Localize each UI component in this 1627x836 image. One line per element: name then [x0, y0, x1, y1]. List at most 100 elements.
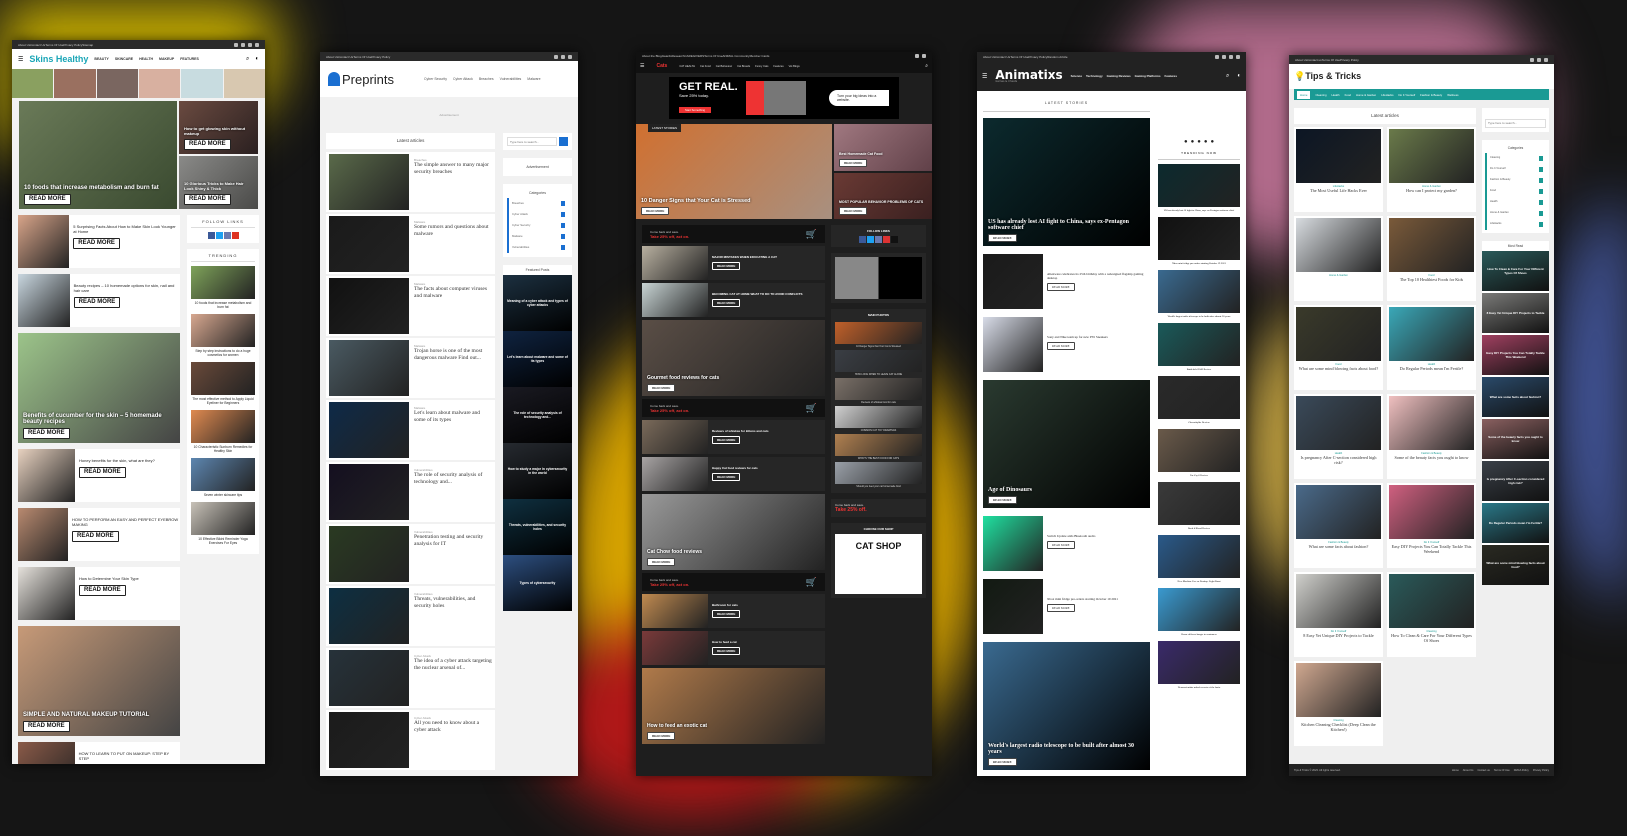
nav-link[interactable]: Member Cards — [750, 54, 770, 58]
trending-image[interactable] — [1158, 164, 1240, 207]
nav-link[interactable]: About Us — [326, 55, 338, 59]
read-more-button[interactable]: READ MORE — [72, 531, 119, 542]
most-read-item[interactable]: Some of the beauty facts you ought to kn… — [1482, 419, 1549, 459]
article-title[interactable]: Is pregnancy After C-section considered … — [1296, 455, 1381, 465]
nav-link[interactable]: CAT HEALTH — [679, 65, 695, 68]
article-title[interactable]: How can I protect my garden? — [1389, 188, 1474, 193]
read-more-button[interactable]: READ MORE — [647, 558, 676, 566]
photo-title[interactable]: Should you feed your cat homemade food — [835, 485, 922, 488]
promo-ad-strip[interactable]: Come back and save. Take 25% off, act on.… — [642, 225, 825, 243]
article-title[interactable]: How to feed a cat — [712, 640, 740, 644]
article-image[interactable] — [1296, 574, 1381, 628]
photo-title[interactable]: COMMON CAT TOY DRAWINGS — [835, 429, 922, 432]
nav-link[interactable]: Contact Us — [995, 55, 1010, 59]
pinterest-icon[interactable] — [883, 236, 890, 243]
photo-thumbnail[interactable] — [835, 378, 922, 400]
article-image[interactable] — [1389, 574, 1474, 628]
nav-link[interactable]: FEATURES — [180, 57, 199, 61]
article-image[interactable] — [983, 579, 1043, 634]
category-item[interactable]: Vulnerabilities — [507, 242, 568, 253]
read-more-button[interactable]: READ MORE — [1047, 283, 1075, 291]
article-title[interactable]: BECOMING CAT AT HOME WHAT TO DO TO AVOID… — [712, 292, 802, 296]
article-card[interactable]: Health Do Regular Periods mean I'm Fertil… — [1387, 305, 1476, 390]
facebook-icon[interactable] — [207, 232, 215, 239]
article-card-featured[interactable]: How to feed an exotic cat READ MORE — [642, 668, 825, 744]
article-image[interactable] — [1296, 218, 1381, 272]
article-image[interactable] — [18, 215, 70, 268]
nav-link[interactable]: Do It Yourself — [1398, 93, 1415, 97]
article-image[interactable] — [983, 516, 1043, 571]
article-card-featured[interactable]: Gourmet food reviews for cats READ MORE — [642, 320, 825, 396]
most-read-item[interactable]: What are some mind blowing facts about f… — [1482, 545, 1549, 585]
nav-link[interactable]: DMCA Policy — [1514, 769, 1529, 772]
featured-post[interactable]: Let's learn about malware and some of it… — [503, 331, 572, 387]
promo-ad-strip[interactable]: Come back and save. Take 25% off, act on.… — [642, 573, 825, 591]
article-title[interactable]: Kitchen Cleaning Checklist (Deep Clean t… — [1296, 722, 1381, 732]
nav-link[interactable]: Contact Us — [338, 55, 353, 59]
nav-link[interactable]: Science — [1071, 74, 1082, 78]
category-item[interactable]: Malware — [507, 231, 568, 242]
photo-thumbnail[interactable] — [835, 434, 922, 456]
search-icon[interactable]: ⌕ — [925, 63, 928, 69]
read-more-button[interactable]: READ MORE — [988, 496, 1017, 504]
read-more-button[interactable]: READ MORE — [712, 262, 741, 270]
nav-link[interactable]: Privacy Policy — [64, 43, 83, 47]
read-more-button[interactable]: READ MORE — [1047, 541, 1075, 549]
article-card-featured[interactable]: Age of Dinosaurs READ MORE — [983, 380, 1150, 508]
article-image[interactable] — [18, 449, 75, 502]
most-read-item[interactable]: Easy DIY Projects You Can Totally Tackle… — [1482, 335, 1549, 375]
nav-link[interactable]: Research — [672, 54, 685, 58]
article-title[interactable]: Honey benefits for the skin, what are th… — [79, 458, 155, 463]
site-logo[interactable]: 💡Tips & Tricks — [1294, 71, 1361, 82]
trending-item[interactable]: Far Cry 6 Review — [1158, 429, 1240, 477]
nav-link[interactable]: Gaming Platforms — [1135, 74, 1161, 78]
read-more-button[interactable]: READ MORE — [73, 238, 120, 249]
nav-link[interactable]: Privacy Policy — [1533, 769, 1549, 772]
article-image[interactable] — [642, 246, 708, 280]
article-image[interactable] — [642, 594, 708, 628]
read-more-button[interactable]: READ MORE — [641, 207, 670, 215]
read-more-button[interactable]: READ MORE — [712, 473, 741, 481]
search-icon[interactable]: ⌕ — [1226, 73, 1229, 80]
article-image[interactable] — [329, 154, 409, 210]
article-image[interactable] — [329, 278, 409, 334]
read-more-button[interactable]: READ MORE — [184, 194, 231, 205]
article-title[interactable]: The idea of a cyber attack targeting the… — [414, 658, 492, 671]
nav-link[interactable]: Contact Us — [30, 43, 45, 47]
tiktok-icon[interactable] — [891, 236, 898, 243]
instagram-icon[interactable] — [223, 232, 231, 239]
twitter-icon[interactable] — [215, 232, 223, 239]
article-image[interactable] — [1389, 396, 1474, 450]
nav-link[interactable]: Features — [773, 65, 783, 68]
photo-title[interactable]: WHAT'S THE BEST FOOD FOR CATS — [835, 457, 922, 460]
article-image[interactable] — [1296, 485, 1381, 539]
tiktok-icon[interactable]: ● — [1210, 139, 1214, 145]
article-title[interactable]: The facts about computer viruses and mal… — [414, 286, 492, 299]
pinterest-icon[interactable] — [231, 232, 239, 239]
nav-link[interactable]: Terms Of Use — [1010, 55, 1028, 59]
trending-image[interactable] — [1158, 429, 1240, 472]
article-card-featured[interactable]: US has already lost AI fight to China, s… — [983, 118, 1150, 246]
category-item[interactable]: Food — [1485, 186, 1546, 197]
cat-shop-logo[interactable]: CAT SHOP — [835, 534, 922, 594]
hero-side-2[interactable]: MOST POPULAR BEHAVIOR PROBLEMS OF CATS RE… — [834, 172, 932, 219]
hero-main[interactable]: LATEST STORIES 10 Danger Signs that Your… — [636, 124, 832, 219]
nav-link[interactable]: BEAUTY — [94, 57, 108, 61]
dark-mode-icon[interactable]: ◐ — [255, 56, 259, 62]
trending-image[interactable] — [1158, 482, 1240, 525]
article-category[interactable]: Home & Garden — [1296, 274, 1381, 277]
read-more-button[interactable]: READ MORE — [712, 647, 741, 655]
article-title[interactable]: SIMPLE AND NATURAL MAKEUP TUTORIAL — [23, 712, 149, 718]
nav-link[interactable]: About Us — [1463, 769, 1474, 772]
twitter-icon[interactable]: ● — [1191, 139, 1195, 145]
facebook-icon[interactable]: ● — [1184, 139, 1188, 145]
nav-link[interactable]: CAREGIVERS — [684, 54, 704, 58]
article-title[interactable]: Sony and Nike team up for new PS5 Sneake… — [1047, 335, 1108, 339]
article-image[interactable] — [1296, 307, 1381, 361]
category-item[interactable]: Cleaning — [1485, 153, 1546, 164]
trending-image[interactable] — [191, 502, 255, 535]
article-card-featured[interactable]: Cat Chow food reviews READ MORE — [642, 494, 825, 570]
article-title[interactable]: Threats, vulnerabilities, and security h… — [414, 596, 492, 609]
nav-link[interactable]: MAKEUP — [159, 57, 174, 61]
article-image[interactable] — [1389, 218, 1474, 272]
